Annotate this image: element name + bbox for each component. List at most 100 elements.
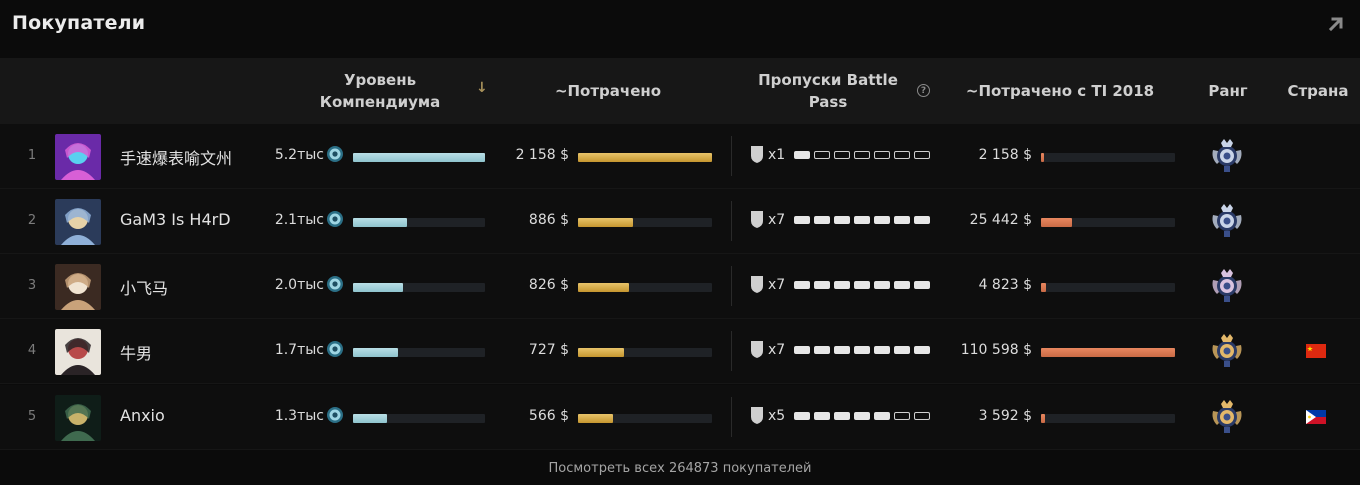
battle-pass-pip	[814, 346, 830, 354]
amount-spent-since-ti-bar-fill	[1041, 153, 1044, 162]
battle-pass-pip	[814, 151, 830, 159]
battle-pass-pip	[834, 216, 850, 224]
avatar[interactable]	[55, 264, 101, 310]
column-header-level[interactable]: Уровень Компендиума	[300, 58, 460, 124]
compendium-level-bar-fill	[353, 283, 403, 292]
amount-spent-since-ti-bar	[1041, 283, 1175, 292]
table-row[interactable]: 5 Anxio 1.3тыс 566 $ x5 3 592 $	[0, 385, 1360, 450]
table-row[interactable]: 4 牛男 1.7тыс 727 $ x7 110 598 $	[0, 319, 1360, 384]
compendium-level-icon	[327, 146, 343, 162]
battle-pass-pip	[894, 346, 910, 354]
row-rank-number: 5	[27, 409, 37, 424]
sort-descending-icon[interactable]: ↓	[476, 80, 488, 96]
row-rank-number: 2	[27, 213, 37, 228]
player-name[interactable]: 牛男	[120, 340, 152, 364]
rank-medal-icon	[1212, 139, 1242, 172]
battle-pass-pip	[794, 346, 810, 354]
battle-pass-shield-icon	[751, 146, 763, 163]
avatar[interactable]	[55, 199, 101, 245]
battle-pass-pip	[894, 281, 910, 289]
battle-pass-pip	[854, 216, 870, 224]
view-all-buyers-link[interactable]: Посмотреть всех 264873 покупателей	[0, 452, 1360, 485]
avatar-image	[55, 395, 101, 441]
table-row[interactable]: 2 GaM3 Is H4rD 2.1тыс 886 $ x7 25 442 $	[0, 189, 1360, 254]
battle-pass-pip	[794, 412, 810, 420]
arrow-up-right-icon[interactable]	[1326, 14, 1346, 34]
battle-pass-pip	[794, 151, 810, 159]
battle-pass-pip	[894, 412, 910, 420]
amount-spent-bar	[578, 218, 712, 227]
avatar[interactable]	[55, 329, 101, 375]
column-header-spent[interactable]: ~Потрачено	[540, 58, 676, 124]
rank-medal-icon	[1212, 334, 1242, 367]
flag-cn-icon	[1306, 344, 1326, 358]
table-header: Уровень Компендиума ~Потрачено Пропуски …	[0, 58, 1360, 124]
avatar-image	[55, 134, 101, 180]
battle-pass-pips	[794, 151, 930, 160]
panel-header: Покупатели	[0, 0, 1360, 58]
column-header-country[interactable]: Страна	[1278, 58, 1358, 124]
amount-spent: 727 $	[528, 342, 569, 358]
avatar-image	[55, 329, 101, 375]
column-divider	[731, 136, 732, 176]
battle-pass-pip	[794, 281, 810, 289]
player-name[interactable]: 手速爆表喻文州	[120, 145, 232, 169]
player-name[interactable]: 小飞马	[120, 275, 168, 299]
battle-pass-count: x7	[768, 212, 786, 228]
column-header-rank[interactable]: Ранг	[1198, 58, 1258, 124]
compendium-level: 5.2тыс	[274, 147, 324, 163]
compendium-level: 2.0тыс	[274, 277, 324, 293]
amount-spent-bar-fill	[578, 414, 613, 423]
amount-spent-since-ti-bar-fill	[1041, 348, 1175, 357]
compendium-level: 2.1тыс	[274, 212, 324, 228]
column-divider	[731, 266, 732, 306]
column-header-battle-pass[interactable]: Пропуски Battle Pass	[748, 58, 908, 124]
avatar[interactable]	[55, 134, 101, 180]
column-divider	[731, 201, 732, 241]
battle-pass-pips	[794, 216, 930, 225]
player-name[interactable]: Anxio	[120, 406, 165, 425]
battle-pass-pip	[894, 151, 910, 159]
avatar-image	[55, 264, 101, 310]
compendium-level-bar-fill	[353, 348, 398, 357]
avatar[interactable]	[55, 395, 101, 441]
compendium-level-bar	[353, 218, 485, 227]
amount-spent-since-ti-bar	[1041, 348, 1175, 357]
amount-spent: 886 $	[528, 212, 569, 228]
amount-spent-since-ti-bar-fill	[1041, 218, 1072, 227]
amount-spent-bar	[578, 153, 712, 162]
battle-pass-shield-icon	[751, 276, 763, 293]
battle-pass-shield-icon	[751, 407, 763, 424]
battle-pass-pip	[914, 151, 930, 159]
amount-spent-since-ti: 25 442 $	[969, 212, 1032, 228]
battle-pass-shield-icon	[751, 341, 763, 358]
help-icon[interactable]: ?	[917, 84, 930, 97]
table-row[interactable]: 1 手速爆表喻文州 5.2тыс 2 158 $ x1 2 158 $	[0, 124, 1360, 189]
compendium-level-bar-fill	[353, 153, 485, 162]
column-header-spent-since-ti[interactable]: ~Потрачено с TI 2018	[960, 58, 1160, 124]
compendium-level: 1.3тыс	[274, 408, 324, 424]
battle-pass-pip	[914, 281, 930, 289]
amount-spent-bar	[578, 348, 712, 357]
amount-spent-since-ti-bar-fill	[1041, 414, 1045, 423]
compendium-level-icon	[327, 407, 343, 423]
compendium-level-bar-fill	[353, 414, 387, 423]
battle-pass-count: x1	[768, 147, 786, 163]
rank-medal-icon	[1212, 269, 1242, 302]
amount-spent-since-ti: 3 592 $	[978, 408, 1032, 424]
battle-pass-pip	[854, 346, 870, 354]
battle-pass-count: x7	[768, 342, 786, 358]
battle-pass-pip	[854, 281, 870, 289]
amount-spent-since-ti: 2 158 $	[978, 147, 1032, 163]
amount-spent-since-ti: 110 598 $	[960, 342, 1032, 358]
table-row[interactable]: 3 小飞马 2.0тыс 826 $ x7 4 823 $	[0, 254, 1360, 319]
row-rank-number: 1	[27, 148, 37, 163]
player-name[interactable]: GaM3 Is H4rD	[120, 210, 231, 229]
compendium-level-bar	[353, 153, 485, 162]
compendium-level-icon	[327, 211, 343, 227]
battle-pass-pip	[834, 281, 850, 289]
amount-spent-bar-fill	[578, 348, 624, 357]
amount-spent-bar	[578, 283, 712, 292]
battle-pass-pips	[794, 281, 930, 290]
battle-pass-pip	[834, 346, 850, 354]
